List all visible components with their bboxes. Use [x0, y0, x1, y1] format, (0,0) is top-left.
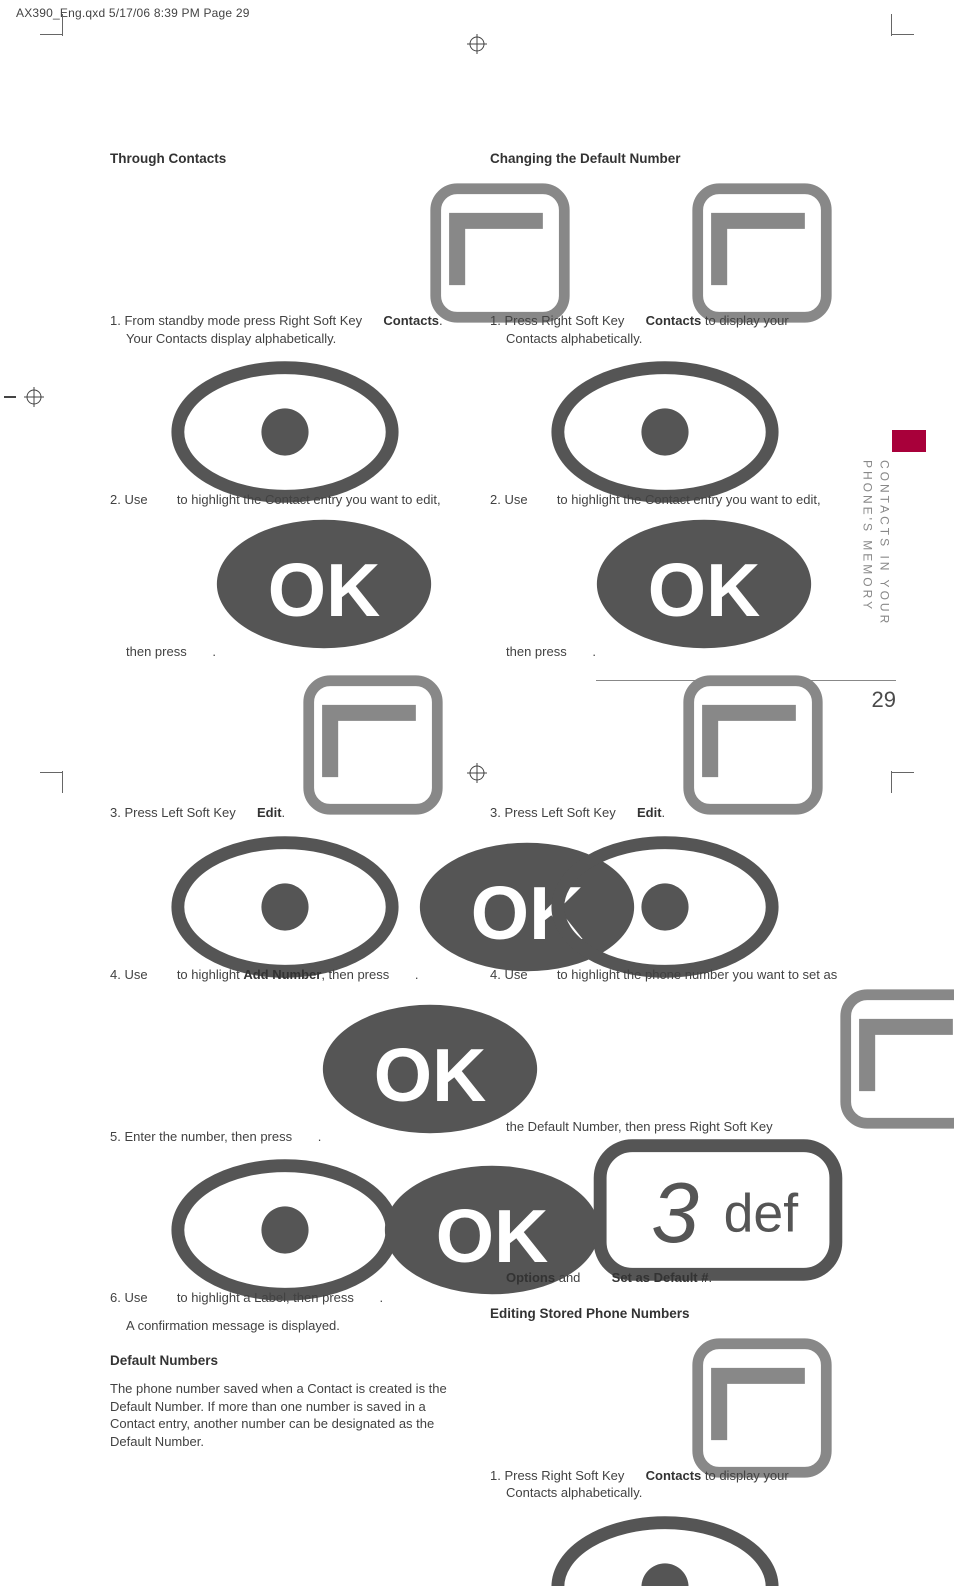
text: to highlight [177, 967, 244, 982]
crop-tick [891, 14, 892, 36]
crop-tick [62, 771, 63, 793]
step: 3. Press Left Soft Key Edit. [490, 670, 840, 822]
text: . [380, 1290, 384, 1305]
text: 3. Press Left Soft Key [110, 805, 239, 820]
soft-key-icon [776, 984, 790, 998]
step: 1. Press Right Soft Key Contacts to disp… [490, 178, 840, 347]
ui-label: Contacts [646, 313, 702, 328]
ui-label: Add Number [243, 967, 321, 982]
text: 3. Press Left Soft Key [490, 805, 619, 820]
step: 1. Press Right Soft Key Contacts to disp… [490, 1333, 840, 1502]
ok-key-icon [570, 509, 592, 523]
text: 1. Press Right Soft Key [490, 313, 628, 328]
ok-key-icon [358, 1155, 380, 1169]
step: 6. Use to highlight a Label, then press … [110, 1155, 460, 1307]
step: 2. Use to highlight the Contact entry yo… [490, 357, 840, 660]
heading-changing-default: Changing the Default Number [490, 150, 840, 168]
step: 5. Enter the number, then press . [110, 994, 460, 1146]
ok-key-icon [190, 509, 212, 523]
step: 2. Use to highlight the Contact entry yo… [490, 1512, 840, 1586]
left-column: Through Contacts 1. From standby mode pr… [110, 150, 460, 1586]
print-job-header: AX390_Eng.qxd 5/17/06 8:39 PM Page 29 [16, 6, 250, 20]
step: 2. Use to highlight the Contact entry yo… [110, 357, 460, 660]
text: 1. Press Right Soft Key [490, 1468, 628, 1483]
nav-key-icon [151, 832, 173, 846]
crop-tick [40, 772, 62, 773]
section-tab: CONTACTS IN YOUR PHONE'S MEMORY [859, 430, 926, 626]
keypad-3-icon [584, 1135, 608, 1149]
page-content: Through Contacts 1. From standby mode pr… [110, 150, 840, 1586]
text: . [592, 644, 596, 659]
heading-default-numbers: Default Numbers [110, 1352, 460, 1370]
step: 3. Press Left Soft Key Edit. [110, 670, 460, 822]
text: . [415, 967, 419, 982]
nav-key-icon [531, 832, 553, 846]
soft-key-icon [628, 178, 642, 192]
nav-key-icon [151, 1155, 173, 1169]
section-tab-bar [892, 430, 926, 452]
step: 4. Use to highlight the phone number you… [490, 832, 840, 1287]
text: PHONE'S MEMORY [861, 460, 875, 612]
heading-editing-stored: Editing Stored Phone Numbers [490, 1305, 840, 1323]
ui-label: Edit [637, 805, 662, 820]
ui-label: Contacts [383, 313, 439, 328]
ok-key-icon [296, 994, 318, 1008]
soft-key-icon [628, 1333, 642, 1347]
step: 1. From standby mode press Right Soft Ke… [110, 178, 460, 347]
text: 5. Enter the number, then press [110, 1129, 296, 1144]
registration-mark-top [467, 34, 487, 54]
soft-key-icon [239, 670, 253, 684]
soft-key-icon [619, 670, 633, 684]
ui-label: Options [506, 1270, 555, 1285]
nav-key-icon [151, 357, 173, 371]
crop-tick [62, 14, 63, 36]
text: . [708, 1270, 712, 1285]
step: 4. Use to highlight Add Number, then pre… [110, 832, 460, 984]
crop-tick [892, 34, 914, 35]
text: . [212, 644, 216, 659]
ui-label: Edit [257, 805, 282, 820]
registration-mark-left [4, 387, 24, 407]
soft-key-icon [366, 178, 380, 192]
text: . [282, 805, 286, 820]
nav-key-icon [531, 1512, 553, 1526]
text: CONTACTS IN YOUR [877, 460, 891, 626]
page-number-rule [596, 680, 896, 681]
nav-key-icon [531, 357, 553, 371]
ok-key-icon [393, 832, 415, 846]
paragraph: The phone number saved when a Contact is… [110, 1380, 460, 1450]
text: to highlight a Label, then press [177, 1290, 358, 1305]
note: A confirmation message is displayed. [110, 1317, 460, 1335]
ui-label: Contacts [646, 1468, 702, 1483]
section-tab-label: CONTACTS IN YOUR PHONE'S MEMORY [859, 460, 893, 626]
text: . [318, 1129, 322, 1144]
heading-through-contacts: Through Contacts [110, 150, 460, 168]
crop-tick [40, 34, 62, 35]
ui-label: Set as Default # [612, 1270, 709, 1285]
text: 1. From standby mode press Right Soft Ke… [110, 313, 366, 328]
page-number: 29 [872, 687, 896, 713]
right-column: Changing the Default Number 1. Press Rig… [490, 150, 840, 1586]
text: . [662, 805, 666, 820]
